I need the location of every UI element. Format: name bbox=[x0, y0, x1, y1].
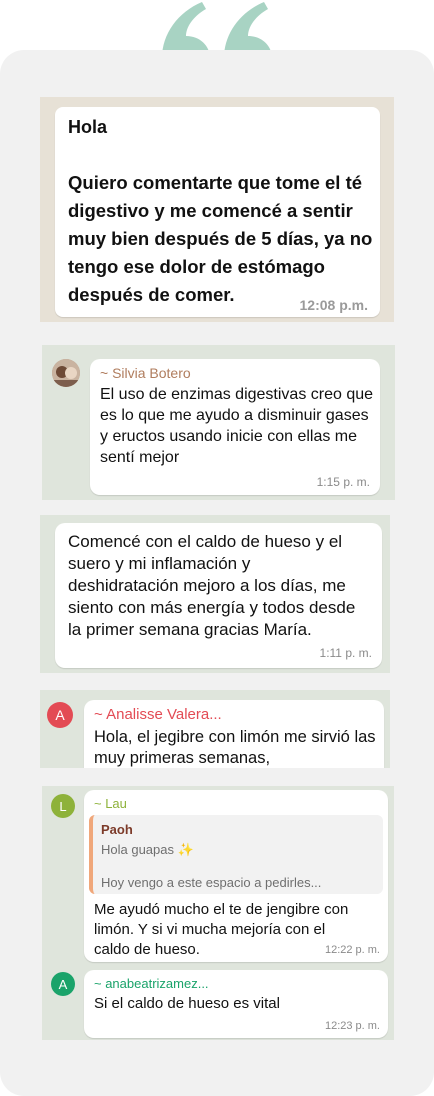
message-greeting: Hola bbox=[68, 117, 108, 137]
sender-name[interactable]: ~ Lau bbox=[94, 796, 127, 811]
message-time: 12:23 p. m. bbox=[324, 1020, 380, 1032]
message-text: Si el caldo de hueso es vital bbox=[94, 995, 280, 1012]
avatar bbox=[52, 359, 80, 387]
message-bubble: Comencé con el caldo de hueso y el suero… bbox=[55, 523, 382, 668]
avatar: A bbox=[51, 972, 75, 996]
message-bubble: ~ Analisse Valera... Hola, el jegibre co… bbox=[84, 700, 384, 768]
message-text: Quiero comentarte que tome el té digesti… bbox=[68, 172, 373, 305]
message-time: 1:15 p. m. bbox=[316, 475, 370, 489]
chat-screenshot-2: ~ Silvia Botero El uso de enzimas digest… bbox=[42, 345, 395, 500]
message-time: 12:08 p.m. bbox=[299, 297, 368, 313]
sender-name[interactable]: ~ Analisse Valera... bbox=[94, 706, 222, 723]
message-time: 1:11 p. m. bbox=[319, 646, 372, 660]
message-bubble: ~ Lau Paoh Hola guapas ✨ Hoy vengo a est… bbox=[84, 790, 388, 962]
message-text: Hola, el jegibre con limón me sirvió las… bbox=[94, 728, 376, 767]
message-time: 12:22 p. m. bbox=[324, 944, 380, 956]
sender-name[interactable]: ~ anabeatrizamez... bbox=[94, 976, 209, 991]
chat-screenshot-4: A ~ Analisse Valera... Hola, el jegibre … bbox=[40, 690, 390, 768]
avatar: A bbox=[47, 702, 73, 728]
chat-screenshot-5: L ~ Lau Paoh Hola guapas ✨ Hoy vengo a e… bbox=[42, 786, 394, 1040]
chat-screenshot-1: Hola Quiero comentarte que tome el té di… bbox=[40, 97, 394, 322]
message-bubble: ~ Silvia Botero El uso de enzimas digest… bbox=[90, 359, 380, 495]
avatar-photo bbox=[52, 359, 80, 387]
quoted-reply[interactable]: Paoh Hola guapas ✨ Hoy vengo a este espa… bbox=[89, 815, 383, 894]
quoted-reply-name: Paoh bbox=[101, 822, 133, 837]
sender-name[interactable]: ~ Silvia Botero bbox=[100, 365, 191, 381]
message-bubble: Hola Quiero comentarte que tome el té di… bbox=[55, 107, 380, 317]
quoted-reply-line-1: Hola guapas ✨ bbox=[101, 842, 194, 857]
message-text: Comencé con el caldo de hueso y el suero… bbox=[68, 532, 356, 639]
message-text: Me ayudó mucho el te de jengibre con lim… bbox=[94, 901, 349, 958]
quoted-reply-line-2: Hoy vengo a este espacio a pedirles... bbox=[101, 875, 322, 890]
chat-screenshot-3: Comencé con el caldo de hueso y el suero… bbox=[40, 515, 390, 673]
message-text: El uso de enzimas digestivas creo que es… bbox=[100, 386, 374, 466]
avatar: L bbox=[51, 794, 75, 818]
message-bubble: ~ anabeatrizamez... Si el caldo de hueso… bbox=[84, 970, 388, 1038]
